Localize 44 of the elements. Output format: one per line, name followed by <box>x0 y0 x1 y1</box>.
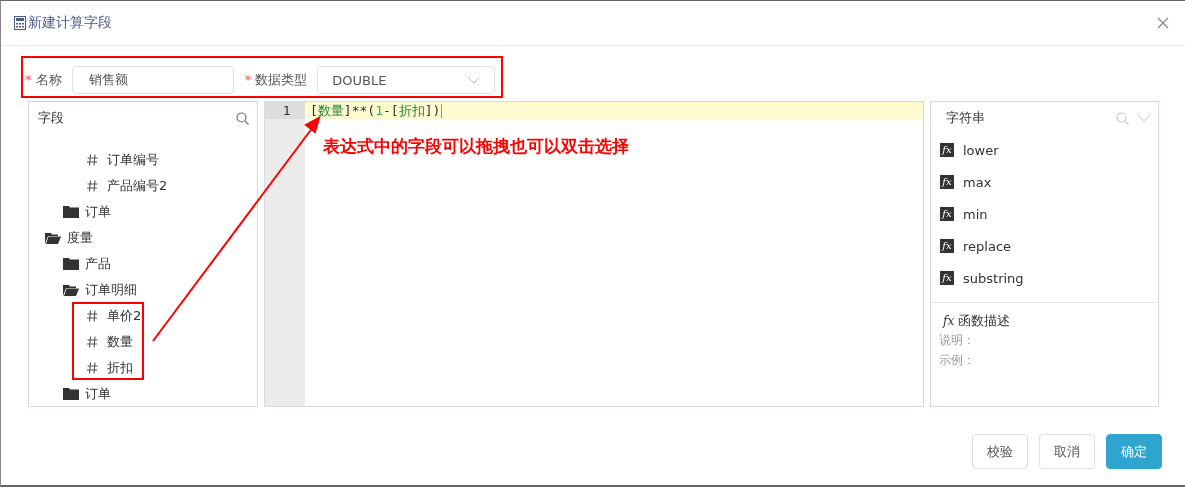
dialog-button[interactable]: 校验 <box>972 434 1028 469</box>
tree-field[interactable]: 数量 <box>107 333 133 351</box>
name-field[interactable]: 销售额 <box>71 66 234 94</box>
hash-icon <box>87 310 98 322</box>
function-icon: fx <box>940 271 954 285</box>
data-type-dropdown[interactable]: DOUBLE <box>317 66 496 94</box>
tree-folder[interactable]: 订单 <box>85 203 111 221</box>
dialog-button[interactable]: 取消 <box>1039 434 1095 469</box>
function-item[interactable]: lower <box>963 142 999 158</box>
function-icon: fx <box>940 143 954 157</box>
close-icon[interactable] <box>1157 17 1169 29</box>
name-label: * 名称 <box>25 71 62 89</box>
tree-field[interactable]: 折扣 <box>107 359 133 377</box>
function-item[interactable]: max <box>963 174 992 190</box>
chevron-down-icon <box>468 76 481 84</box>
tree-folder[interactable]: 产品 <box>85 255 111 273</box>
tree-folder[interactable]: 订单明细 <box>85 281 137 299</box>
function-icon: fx <box>940 207 954 221</box>
tree-field[interactable]: 单价2 <box>107 307 142 325</box>
calculator-icon <box>14 16 26 30</box>
line-number: 1 <box>265 102 305 119</box>
function-item[interactable]: replace <box>963 238 1012 254</box>
data-type-label: * 数据类型 <box>244 71 308 89</box>
description-title: 函数描述 <box>958 312 1011 330</box>
hash-icon <box>87 362 98 374</box>
example-label: 示例： <box>939 352 976 369</box>
tree-folder[interactable]: 订单 <box>85 385 111 403</box>
category-title: 字符串 <box>946 109 985 127</box>
function-icon: fx <box>943 314 955 328</box>
explain-label: 说明： <box>939 332 976 349</box>
annotation-text: 表达式中的字段可以拖拽也可以双击选择 <box>323 135 629 158</box>
tree-folder[interactable]: 度量 <box>67 229 93 247</box>
function-icon: fx <box>940 239 954 253</box>
search-icon[interactable] <box>236 111 249 125</box>
hash-icon <box>87 180 98 192</box>
hash-icon <box>87 336 98 348</box>
function-icon: fx <box>940 175 954 189</box>
panel-title: 字段 <box>38 109 64 127</box>
tree-field[interactable]: 产品编号2 <box>107 177 168 195</box>
tree-field[interactable]: 订单编号 <box>107 151 159 169</box>
function-item[interactable]: min <box>963 206 988 222</box>
hash-icon <box>87 154 98 166</box>
dialog-title: 新建计算字段 <box>28 14 112 32</box>
function-item[interactable]: substring <box>963 270 1024 286</box>
